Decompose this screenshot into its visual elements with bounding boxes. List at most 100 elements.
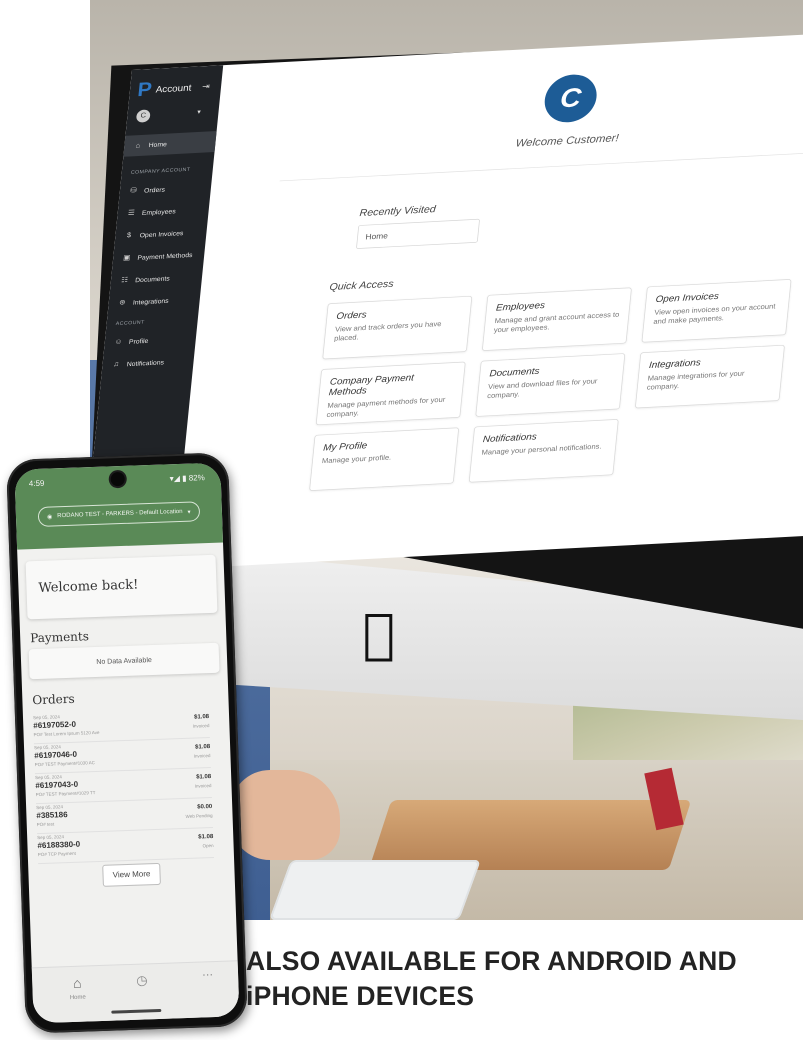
order-row[interactable]: Sep 05, 2024 #6197046-0 PO# TEST Payment… xyxy=(33,739,211,775)
phone-header: 4:59 ▾◢ ▮ 82% ◉ RODANO TEST - PARKERS - … xyxy=(14,462,224,550)
welcome-text: Welcome back! xyxy=(38,577,139,596)
sidebar-item-documents[interactable]: ☷ Documents xyxy=(120,274,171,284)
payments-card: No Data Available xyxy=(28,642,220,680)
location-selector[interactable]: ◉ RODANO TEST - PARKERS - Default Locati… xyxy=(37,501,201,527)
order-status: Web Pending xyxy=(185,813,213,819)
sidebar-item-label: Integrations xyxy=(132,296,170,306)
sidebar-item-label: Employees xyxy=(141,207,177,217)
view-more-button[interactable]: View More xyxy=(102,862,161,887)
location-pin-icon: ◉ xyxy=(46,513,53,521)
order-row[interactable]: Sep 05, 2024 #6197052-0 PO# Test Lorem I… xyxy=(32,709,210,745)
quick-card-notifications[interactable]: Notifications Manage your personal notif… xyxy=(468,419,619,483)
card-description: Manage payment methods for your company. xyxy=(326,396,446,420)
card-description: View and track orders you have placed. xyxy=(333,320,442,343)
card-title: Documents xyxy=(488,365,540,379)
sidebar-item-home[interactable]: ⌂ Home xyxy=(123,131,217,157)
recently-visited-home[interactable]: Home xyxy=(356,218,480,249)
sidebar-item-notifications[interactable]: ♫ Notifications xyxy=(111,358,164,368)
document-icon: ☷ xyxy=(120,276,129,285)
order-number: #385186 xyxy=(36,810,68,821)
quick-card-documents[interactable]: Documents View and download files for yo… xyxy=(475,353,626,417)
chevron-down-icon[interactable]: ▾ xyxy=(197,108,201,116)
phone-screen: 4:59 ▾◢ ▮ 82% ◉ RODANO TEST - PARKERS - … xyxy=(14,462,240,1024)
quick-card-employees[interactable]: Employees Manage and grant account acces… xyxy=(481,287,632,351)
sidebar-item-label: Orders xyxy=(143,185,166,194)
history-icon[interactable]: ◷ xyxy=(136,972,148,988)
front-camera xyxy=(110,471,125,487)
plug-icon: ⊛ xyxy=(118,298,126,307)
card-description: Manage your profile. xyxy=(321,453,392,466)
sidebar-item-open-invoices[interactable]: $ Open Invoices xyxy=(124,229,184,240)
location-label: RODANO TEST - PARKERS - Default Location xyxy=(57,508,183,520)
quick-card-integrations[interactable]: Integrations Manage integrations for you… xyxy=(634,344,785,409)
sidebar-brand: P Account ⇥ xyxy=(136,77,211,101)
bottom-nav: ⌂ Home ◷ ⋯ xyxy=(31,960,240,1024)
orders-heading: Orders xyxy=(32,691,75,708)
sidebar-item-label: Open Invoices xyxy=(139,229,184,239)
order-number: #6197046-0 xyxy=(34,749,78,761)
card-description: View open invoices on your account and m… xyxy=(652,302,776,326)
order-status: Invoiced xyxy=(194,783,212,789)
order-amount: $1.08 xyxy=(195,744,211,751)
dollar-icon: $ xyxy=(126,231,132,240)
divider xyxy=(279,151,803,182)
promo-caption: ALSO AVAILABLE FOR ANDROID AND iPHONE DE… xyxy=(246,944,798,1014)
order-amount: $0.00 xyxy=(197,804,213,811)
card-title: Notifications xyxy=(482,430,538,445)
card-title: Employees xyxy=(495,299,546,313)
payments-empty-text: No Data Available xyxy=(96,657,152,666)
sidebar-item-payment-methods[interactable]: ▣ Payment Methods xyxy=(122,251,193,262)
order-po: PO# TEST Payment#1029 TT xyxy=(35,790,96,798)
status-indicators: ▾◢ ▮ 82% xyxy=(169,473,205,484)
card-title: Orders xyxy=(335,308,368,322)
sidebar-item-profile[interactable]: ☺ Profile xyxy=(113,336,149,346)
more-icon[interactable]: ⋯ xyxy=(202,968,213,981)
credit-card-icon: ▣ xyxy=(122,253,131,262)
order-status: Invoiced xyxy=(192,723,210,729)
card-title: Open Invoices xyxy=(655,290,720,305)
order-number: #6197052-0 xyxy=(33,719,77,731)
order-date: Sep 05, 2024 xyxy=(37,834,65,841)
quick-card-orders[interactable]: Orders View and track orders you have pl… xyxy=(322,295,473,360)
brand-logo: P xyxy=(136,77,153,101)
card-title: My Profile xyxy=(322,439,368,453)
order-po: PO# TEST Payment#1030 AC xyxy=(34,760,96,768)
order-row[interactable]: Sep 05, 2024 #6188380-0 PO# TCP Payment … xyxy=(37,829,215,865)
recently-visited-heading: Recently Visited xyxy=(359,202,437,219)
apple-logo-icon:  xyxy=(355,607,403,661)
bell-icon: ♫ xyxy=(112,360,120,369)
quick-card-open-invoices[interactable]: Open Invoices View open invoices on your… xyxy=(641,279,792,343)
user-icon: ☺ xyxy=(114,337,123,346)
welcome-heading: Welcome Customer! xyxy=(515,132,620,150)
logout-icon[interactable]: ⇥ xyxy=(202,81,211,91)
sidebar-item-orders[interactable]: ⛁ Orders xyxy=(129,185,166,195)
order-number: #6188380-0 xyxy=(37,839,81,851)
android-phone: 4:59 ▾◢ ▮ 82% ◉ RODANO TEST - PARKERS - … xyxy=(6,452,256,1040)
sidebar-item-label: Home xyxy=(148,140,168,149)
card-description: Manage your personal notifications. xyxy=(481,442,602,457)
home-icon[interactable]: ⌂ xyxy=(62,974,93,991)
sidebar-item-label: Documents xyxy=(134,274,171,284)
order-row[interactable]: Sep 05, 2024 #385186 PO# test $0.00 Web … xyxy=(36,799,213,835)
order-date: Sep 05, 2024 xyxy=(33,744,61,751)
sidebar-item-employees[interactable]: ☰ Employees xyxy=(126,207,177,218)
order-amount: $1.08 xyxy=(196,774,212,781)
status-time: 4:59 xyxy=(28,478,45,489)
order-po: PO# Test Lorem Ipsum 5120 Ave xyxy=(33,729,100,738)
order-po: PO# test xyxy=(36,821,55,828)
users-icon: ☰ xyxy=(127,209,136,218)
keyboard xyxy=(269,860,481,920)
caption-line-1: ALSO AVAILABLE FOR ANDROID AND xyxy=(246,946,737,976)
quick-card-my-profile[interactable]: My Profile Manage your profile. xyxy=(309,427,460,491)
quick-card-payment-methods[interactable]: Company Payment Methods Manage payment m… xyxy=(315,361,466,426)
chevron-down-icon: ▾ xyxy=(187,509,191,516)
order-date: Sep 05, 2024 xyxy=(32,714,60,721)
sidebar-item-integrations[interactable]: ⊛ Integrations xyxy=(117,296,170,307)
order-po: PO# TCP Payment xyxy=(37,850,76,858)
sidebar-section-company: COMPANY ACCOUNT xyxy=(130,167,191,176)
user-avatar[interactable]: C xyxy=(135,109,151,123)
sidebar-item-label: Notifications xyxy=(126,358,165,368)
caption-line-2: iPHONE DEVICES xyxy=(246,981,475,1011)
order-row[interactable]: Sep 05, 2024 #6197043-0 PO# TEST Payment… xyxy=(35,769,212,805)
nav-home-label: Home xyxy=(69,994,86,1002)
